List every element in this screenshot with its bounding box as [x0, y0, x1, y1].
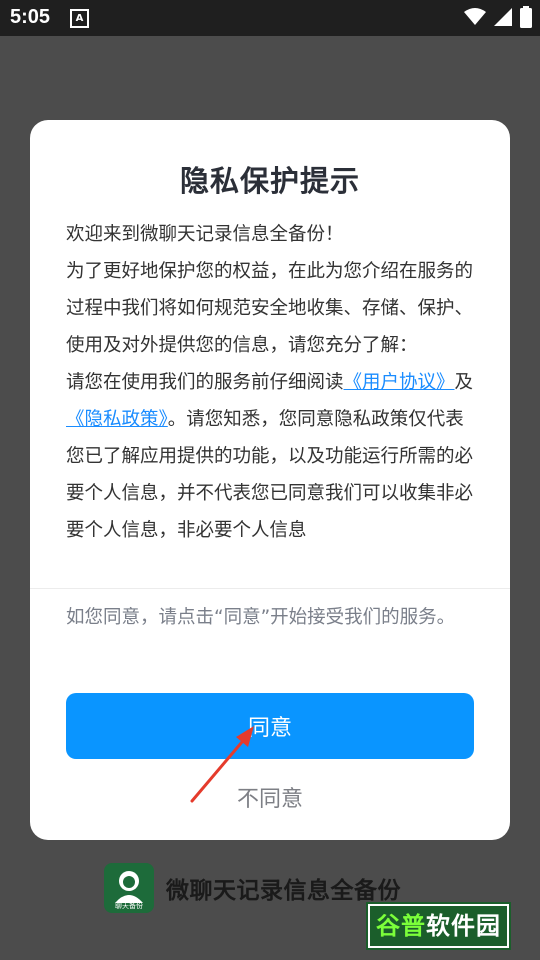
battery-icon — [520, 6, 532, 28]
signal-icon — [494, 8, 512, 26]
notification-icon: A — [70, 9, 89, 28]
agreement-paragraph: 请您在使用我们的服务前仔细阅读《用户协议》及《隐私政策》。请您知悉，您同意隐私政… — [66, 364, 478, 549]
consent-note: 如您同意，请点击“同意”开始接受我们的服务。 — [66, 607, 456, 628]
status-bar: 5:05 A — [0, 0, 540, 36]
disagree-button[interactable]: 不同意 — [170, 780, 370, 820]
privacy-dialog: 隐私保护提示 欢迎来到微聊天记录信息全备份！ 为了更好地保护您的权益，在此为您介… — [30, 120, 510, 840]
app-footer: 聊天备份 微聊天记录信息全备份 — [104, 862, 401, 914]
greeting-text: 欢迎来到微聊天记录信息全备份！ — [66, 224, 344, 245]
divider — [30, 588, 510, 589]
dialog-title: 隐私保护提示 — [179, 164, 360, 198]
status-time: 5:05 — [10, 6, 51, 28]
privacy-policy-link[interactable]: 《隐私政策》 — [66, 409, 168, 430]
watermark-logo: 谷普软件园 — [366, 902, 511, 950]
user-agreement-link[interactable]: 《用户协议》 — [344, 372, 455, 393]
and-text: 及 — [454, 372, 474, 393]
wifi-icon — [464, 8, 486, 25]
app-logo-caption: 聊天备份 — [115, 902, 143, 910]
privacy-content[interactable]: 欢迎来到微聊天记录信息全备份！ 为了更好地保护您的权益，在此为您介绍在服务的过程… — [66, 216, 478, 578]
intro-paragraph: 为了更好地保护您的权益，在此为您介绍在服务的过程中我们将如何规范安全地收集、存储… — [66, 261, 474, 356]
app-logo: 聊天备份 — [104, 863, 154, 913]
status-icons — [464, 6, 532, 28]
app-name: 微聊天记录信息全备份 — [166, 878, 401, 904]
agreement-prefix: 请您在使用我们的服务前仔细阅读 — [66, 372, 344, 393]
watermark-part2: 软件园 — [426, 912, 501, 940]
watermark-part1: 谷普 — [376, 912, 426, 940]
agree-button[interactable]: 同意 — [66, 693, 474, 759]
